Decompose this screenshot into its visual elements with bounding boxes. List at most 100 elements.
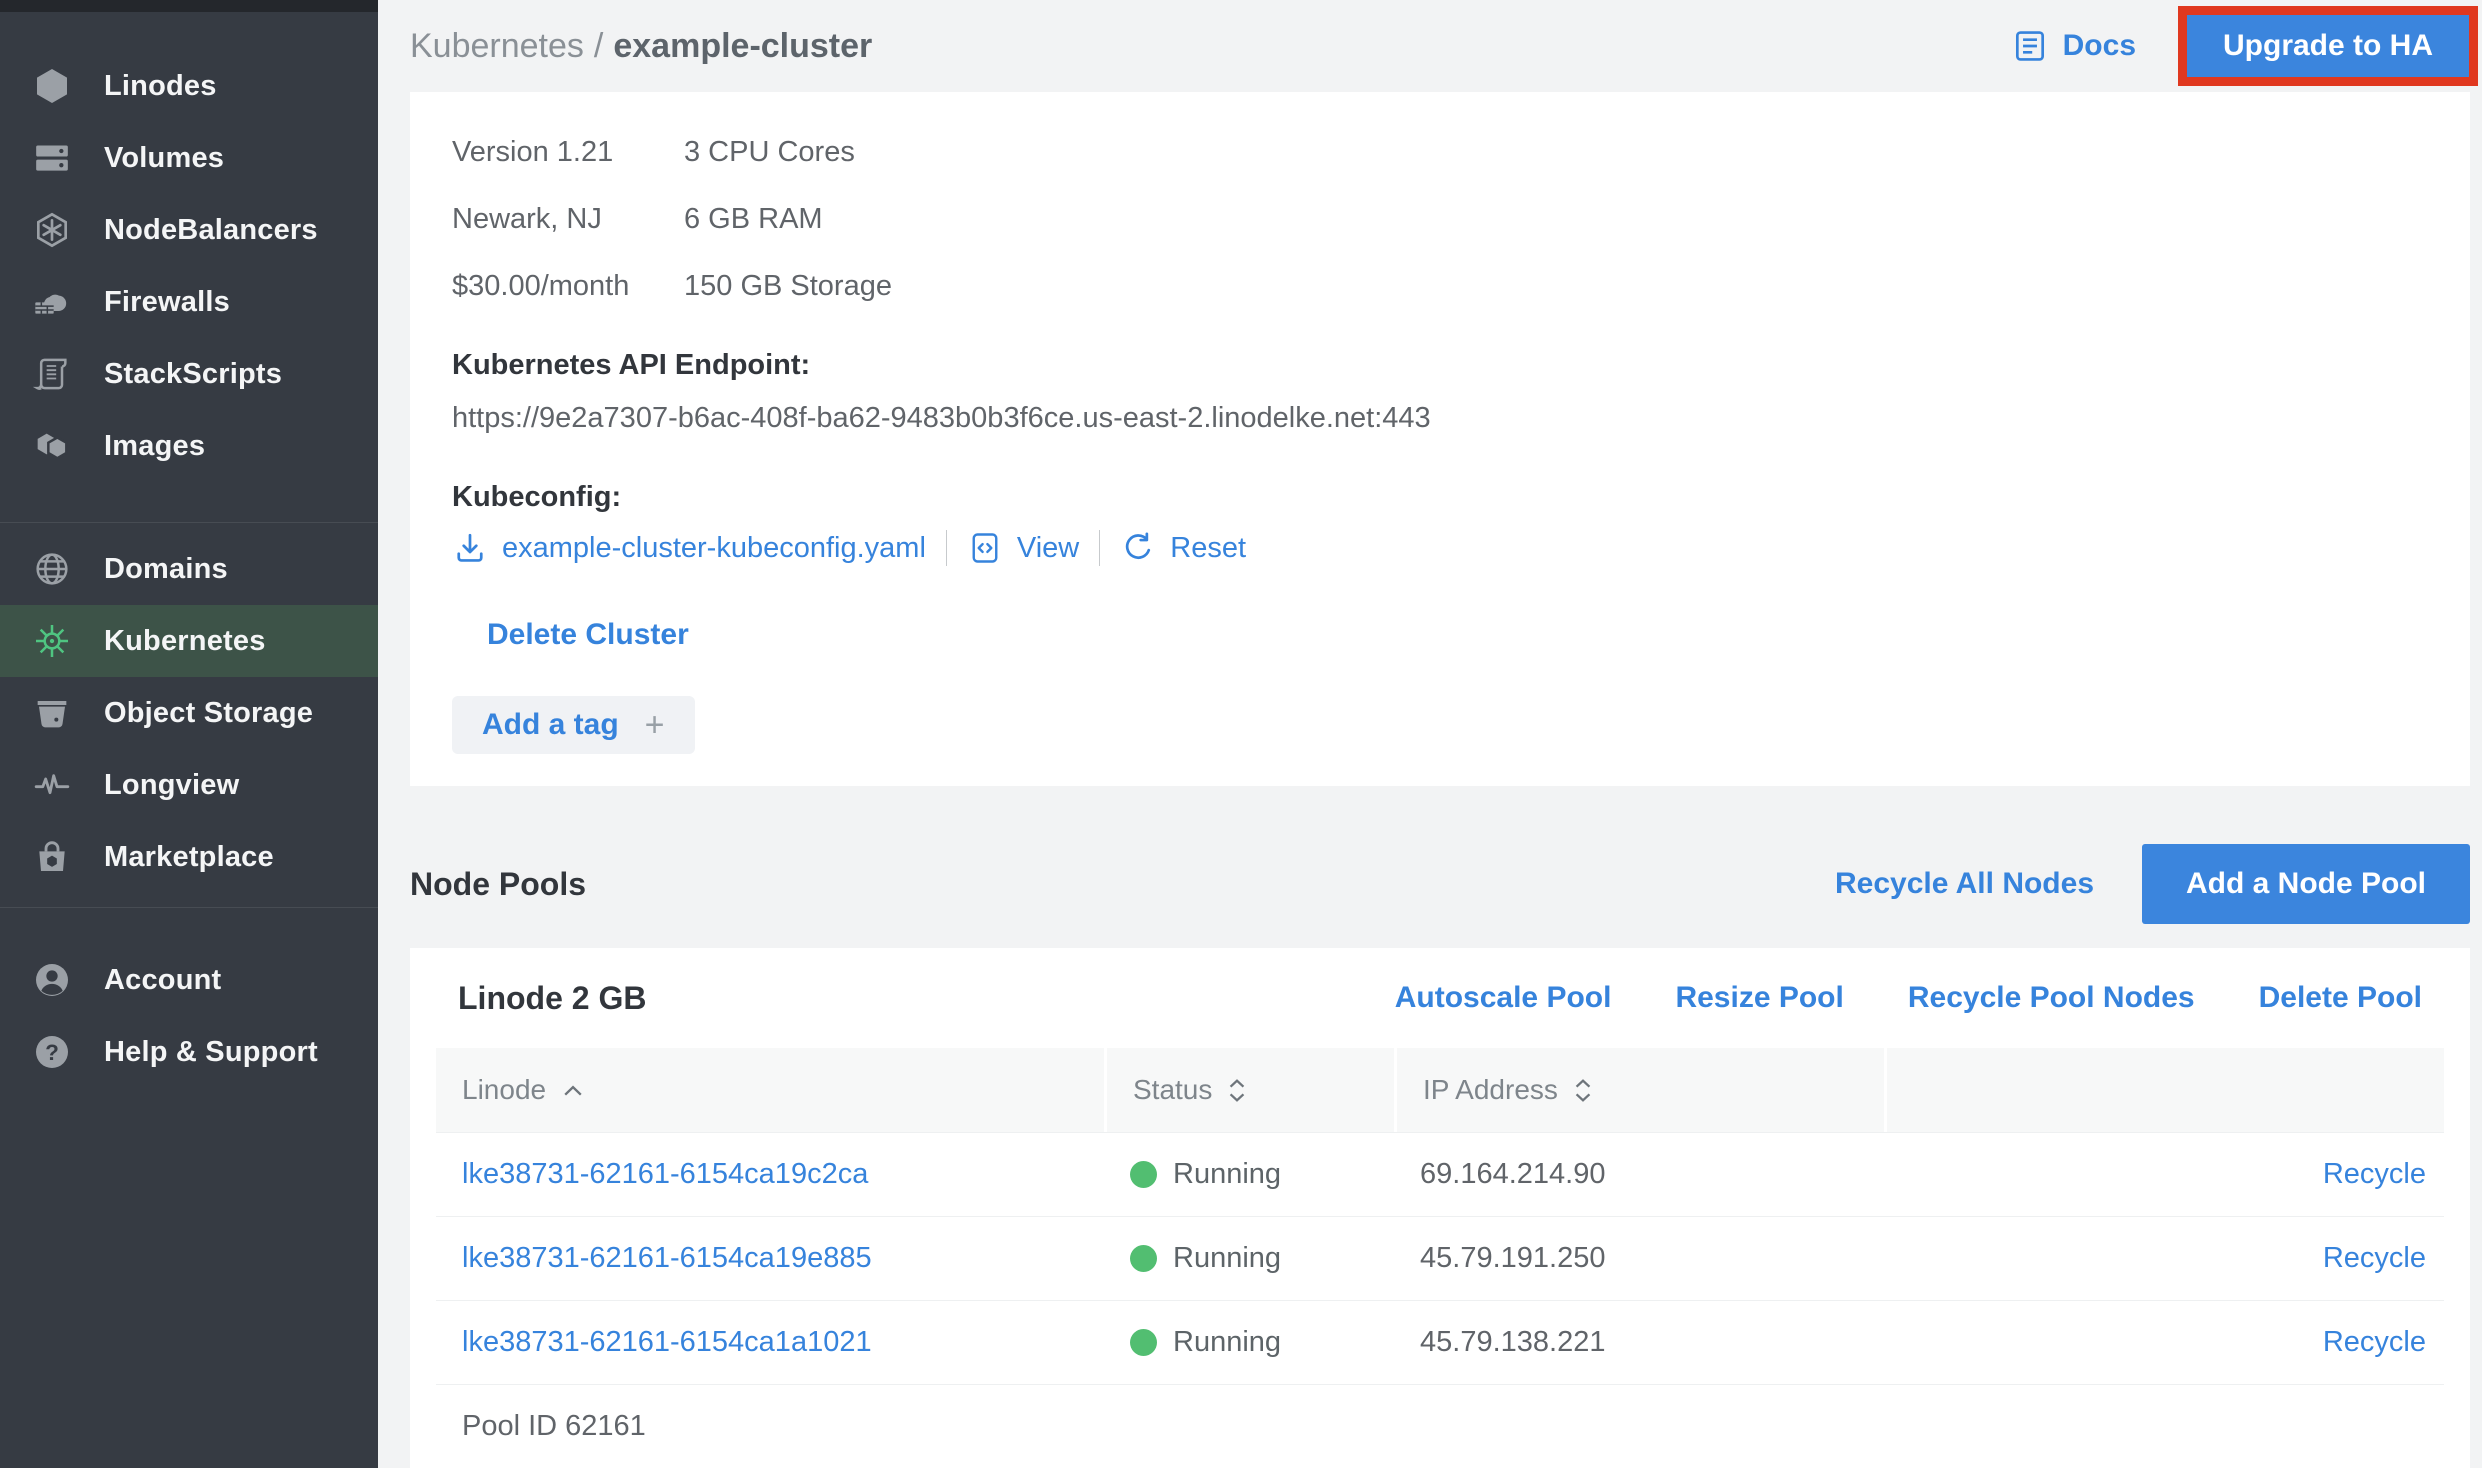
sidebar-item-stackscripts[interactable]: StackScripts bbox=[0, 338, 378, 410]
add-node-pool-button[interactable]: Add a Node Pool bbox=[2142, 844, 2470, 924]
sidebar-item-kubernetes[interactable]: Kubernetes bbox=[0, 605, 378, 677]
breadcrumb: Kubernetes / example-cluster bbox=[410, 27, 2011, 66]
pool-id-label: Pool ID 62161 bbox=[436, 1410, 1104, 1443]
volumes-icon bbox=[30, 136, 74, 180]
question-icon: ? bbox=[30, 1030, 74, 1074]
sidebar-item-account[interactable]: Account bbox=[0, 944, 378, 1016]
sidebar-menu: Linodes Volumes NodeBalancers Firewalls bbox=[0, 12, 378, 1088]
status-running-dot bbox=[1130, 1161, 1157, 1188]
add-tag-button[interactable]: Add a tag + bbox=[452, 696, 695, 754]
ip-address: 45.79.138.221 bbox=[1394, 1326, 1884, 1359]
cluster-price: $30.00/month bbox=[452, 270, 684, 303]
kubernetes-wheel-icon bbox=[30, 619, 74, 663]
status-label: Running bbox=[1173, 1242, 1281, 1275]
sidebar-item-nodebalancers[interactable]: NodeBalancers bbox=[0, 194, 378, 266]
node-link[interactable]: lke38731-62161-6154ca19e885 bbox=[436, 1242, 1104, 1275]
status-label: Running bbox=[1173, 1158, 1281, 1191]
sidebar-item-longview[interactable]: Longview bbox=[0, 749, 378, 821]
sort-icon bbox=[1574, 1078, 1592, 1103]
stackscripts-icon bbox=[30, 352, 74, 396]
sidebar-top-strip bbox=[0, 0, 378, 12]
api-endpoint-url: https://9e2a7307-b6ac-408f-ba62-9483b0b3… bbox=[452, 402, 2428, 435]
sidebar-item-images[interactable]: Images bbox=[0, 410, 378, 482]
sidebar-item-help-support[interactable]: ? Help & Support bbox=[0, 1016, 378, 1088]
sidebar-item-firewalls[interactable]: Firewalls bbox=[0, 266, 378, 338]
delete-pool-link[interactable]: Delete Pool bbox=[2259, 981, 2422, 1015]
nodes-table-header: Linode Status IP Address bbox=[436, 1048, 2444, 1132]
recycle-pool-nodes-link[interactable]: Recycle Pool Nodes bbox=[1908, 981, 2195, 1015]
autoscale-pool-link[interactable]: Autoscale Pool bbox=[1395, 981, 1612, 1015]
sidebar-item-label: Volumes bbox=[104, 142, 224, 175]
pool-name: Linode 2 GB bbox=[458, 980, 1395, 1017]
kubeconfig-label: Kubeconfig: bbox=[452, 481, 2428, 514]
sidebar-item-linodes[interactable]: Linodes bbox=[0, 50, 378, 122]
cluster-storage: 150 GB Storage bbox=[684, 270, 2428, 303]
sidebar-item-label: Firewalls bbox=[104, 286, 230, 319]
cluster-version: Version 1.21 bbox=[452, 136, 684, 169]
sidebar-item-label: Longview bbox=[104, 769, 239, 802]
cluster-summary-card: Version 1.21 3 CPU Cores Newark, NJ 6 GB… bbox=[410, 92, 2470, 786]
breadcrumb-kubernetes-link[interactable]: Kubernetes bbox=[410, 27, 584, 65]
sidebar-item-domains[interactable]: Domains bbox=[0, 533, 378, 605]
recycle-node-link[interactable]: Recycle bbox=[2323, 1326, 2444, 1359]
status-cell: Running bbox=[1104, 1326, 1394, 1359]
person-icon bbox=[30, 958, 74, 1002]
kubeconfig-reset-link[interactable]: Reset bbox=[1120, 530, 1246, 566]
sort-icon bbox=[1228, 1078, 1246, 1103]
sidebar-item-label: Marketplace bbox=[104, 841, 274, 874]
column-label: IP Address bbox=[1423, 1074, 1558, 1106]
images-icon bbox=[30, 424, 74, 468]
sidebar: Linodes Volumes NodeBalancers Firewalls bbox=[0, 0, 378, 1468]
column-label: Status bbox=[1133, 1074, 1212, 1106]
sidebar-item-label: Linodes bbox=[104, 70, 217, 103]
sidebar-item-object-storage[interactable]: Object Storage bbox=[0, 677, 378, 749]
page-header: Kubernetes / example-cluster Docs Upgrade … bbox=[410, 0, 2470, 92]
kubeconfig-download-link[interactable]: example-cluster-kubeconfig.yaml bbox=[452, 530, 926, 566]
recycle-all-nodes-link[interactable]: Recycle All Nodes bbox=[1835, 867, 2094, 901]
column-header-status[interactable]: Status bbox=[1104, 1048, 1394, 1132]
sidebar-item-label: Help & Support bbox=[104, 1036, 318, 1069]
cluster-ram: 6 GB RAM bbox=[684, 203, 2428, 236]
plus-icon: + bbox=[645, 710, 665, 740]
kubeconfig-filename: example-cluster-kubeconfig.yaml bbox=[502, 532, 926, 565]
reset-icon bbox=[1120, 530, 1156, 566]
sidebar-item-marketplace[interactable]: Marketplace bbox=[0, 821, 378, 893]
divider bbox=[1099, 530, 1100, 566]
sidebar-item-label: StackScripts bbox=[104, 358, 282, 391]
pulse-icon bbox=[30, 763, 74, 807]
node-link[interactable]: lke38731-62161-6154ca1a1021 bbox=[436, 1326, 1104, 1359]
sidebar-item-label: Account bbox=[104, 964, 221, 997]
delete-cluster-link[interactable]: Delete Cluster bbox=[487, 618, 689, 652]
bucket-icon bbox=[30, 691, 74, 735]
pool-id-row: Pool ID 62161 bbox=[436, 1384, 2444, 1468]
breadcrumb-current-cluster: example-cluster bbox=[613, 27, 872, 65]
code-file-icon bbox=[967, 530, 1003, 566]
resize-pool-link[interactable]: Resize Pool bbox=[1675, 981, 1843, 1015]
column-header-ip-address[interactable]: IP Address bbox=[1394, 1048, 1884, 1132]
recycle-node-link[interactable]: Recycle bbox=[2323, 1158, 2444, 1191]
column-header-actions bbox=[1884, 1048, 2444, 1132]
marketplace-bag-icon bbox=[30, 835, 74, 879]
breadcrumb-separator: / bbox=[594, 27, 603, 65]
sidebar-item-label: Object Storage bbox=[104, 697, 313, 730]
sidebar-divider bbox=[0, 907, 378, 908]
divider bbox=[946, 530, 947, 566]
download-icon bbox=[452, 530, 488, 566]
status-label: Running bbox=[1173, 1326, 1281, 1359]
annotation-highlight-box: Upgrade to HA bbox=[2178, 6, 2478, 86]
cluster-cpu: 3 CPU Cores bbox=[684, 136, 2428, 169]
status-cell: Running bbox=[1104, 1158, 1394, 1191]
docs-icon bbox=[2011, 27, 2049, 65]
upgrade-to-ha-button[interactable]: Upgrade to HA bbox=[2187, 15, 2469, 77]
docs-link[interactable]: Docs bbox=[2011, 27, 2136, 65]
column-header-linode[interactable]: Linode bbox=[436, 1048, 1104, 1132]
sidebar-item-volumes[interactable]: Volumes bbox=[0, 122, 378, 194]
firewalls-icon bbox=[30, 280, 74, 324]
status-cell: Running bbox=[1104, 1242, 1394, 1275]
recycle-node-link[interactable]: Recycle bbox=[2323, 1242, 2444, 1275]
sort-asc-icon bbox=[562, 1084, 584, 1097]
node-link[interactable]: lke38731-62161-6154ca19c2ca bbox=[436, 1158, 1104, 1191]
kubeconfig-view-link[interactable]: View bbox=[967, 530, 1079, 566]
svg-text:?: ? bbox=[45, 1040, 59, 1065]
api-endpoint-label: Kubernetes API Endpoint: bbox=[452, 349, 2428, 382]
